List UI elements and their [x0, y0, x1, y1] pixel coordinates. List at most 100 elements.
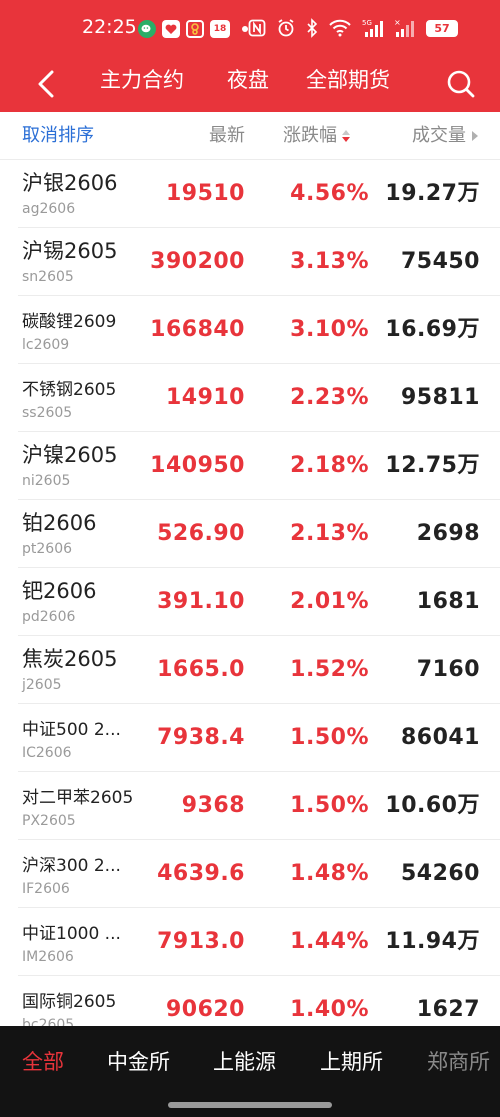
futures-list: 沪银2606 ag2606 19510 4.56% 19.27万 沪锡2605 …: [0, 160, 500, 1026]
alarm-icon: [278, 19, 294, 37]
volume: 1681: [416, 589, 480, 614]
heart-app-notification-icon: [162, 20, 180, 38]
list-item[interactable]: 沪锡2605 sn2605 390200 3.13% 75450: [0, 228, 500, 296]
volume: 11.94万: [385, 929, 480, 954]
volume: 1627: [416, 997, 480, 1022]
latest-price: 7938.4: [157, 725, 245, 750]
battery-icon: 57: [426, 20, 458, 37]
volume: 86041: [400, 725, 480, 750]
status-time: 22:25: [82, 16, 137, 38]
wifi-icon: [329, 19, 351, 37]
contract-name: 中证500 2...: [22, 720, 121, 740]
latest-price: 4639.6: [157, 861, 245, 886]
contract-name: 沪银2606: [22, 171, 118, 195]
change-percent: 1.50%: [290, 793, 369, 818]
latest-price: 7913.0: [157, 929, 245, 954]
list-item[interactable]: 中证1000 ... IM2606 7913.0 1.44% 11.94万: [0, 908, 500, 976]
top-header: 22:25 18 5G × 57 主力合约 夜盘 全部期货: [0, 0, 500, 112]
home-indicator[interactable]: [168, 1102, 332, 1108]
contract-name: 铂2606: [22, 511, 97, 535]
list-item[interactable]: 焦炭2605 j2605 1665.0 1.52% 7160: [0, 636, 500, 704]
contract-name: 钯2606: [22, 579, 97, 603]
tab-night-session[interactable]: 夜盘: [227, 66, 269, 94]
contract-code: IC2606: [22, 745, 72, 761]
back-button[interactable]: [26, 64, 66, 104]
back-arrow-icon: [38, 70, 54, 98]
app-notification-icon: [186, 20, 204, 38]
wechat-notification-icon: [138, 20, 156, 38]
contract-name: 中证1000 ...: [22, 924, 121, 944]
contract-name: 沪深300 2...: [22, 856, 121, 876]
contract-code: pt2606: [22, 541, 73, 557]
change-percent: 1.40%: [290, 997, 369, 1022]
latest-price: 1665.0: [157, 657, 245, 682]
change-percent-label: 涨跌幅: [283, 125, 337, 146]
contract-code: ag2606: [22, 201, 76, 217]
cellular-5g-signal-icon: 5G: [362, 19, 383, 37]
latest-price: 14910: [165, 385, 245, 410]
contract-code: pd2606: [22, 609, 76, 625]
list-item[interactable]: 沪镍2605 ni2605 140950 2.18% 12.75万: [0, 432, 500, 500]
svg-text:5G: 5G: [362, 19, 372, 27]
contract-code: lc2609: [22, 337, 70, 353]
list-item[interactable]: 沪深300 2... IF2606 4639.6 1.48% 54260: [0, 840, 500, 908]
latest-price: 526.90: [157, 521, 245, 546]
contract-name: 不锈钢2605: [22, 380, 117, 400]
system-icons: 5G ×: [248, 17, 414, 39]
contract-code: IF2606: [22, 881, 70, 897]
list-item[interactable]: 国际铜2605 bc2605 90620 1.40% 1627: [0, 976, 500, 1026]
latest-price: 9368: [181, 793, 245, 818]
change-percent: 1.52%: [290, 657, 369, 682]
change-percent: 1.44%: [290, 929, 369, 954]
volume: 2698: [416, 521, 480, 546]
exchange-tab-bar: 全部 中金所 上能源 上期所 郑商所: [0, 1026, 500, 1117]
change-percent-column-header[interactable]: 涨跌幅: [283, 125, 350, 147]
volume-column-header[interactable]: 成交量: [412, 125, 478, 147]
volume: 7160: [416, 657, 480, 682]
list-item[interactable]: 不锈钢2605 ss2605 14910 2.23% 95811: [0, 364, 500, 432]
tab-all-exchanges[interactable]: 全部: [22, 1048, 64, 1076]
contract-name: 沪锡2605: [22, 239, 118, 263]
change-percent: 2.13%: [290, 521, 369, 546]
latest-price: 140950: [150, 453, 245, 478]
change-percent: 1.48%: [290, 861, 369, 886]
list-item[interactable]: 沪银2606 ag2606 19510 4.56% 19.27万: [0, 160, 500, 228]
status-bar: 22:25 18 5G × 57: [0, 0, 500, 56]
change-percent: 2.23%: [290, 385, 369, 410]
contract-name: 碳酸锂2609: [22, 312, 117, 332]
tab-czce[interactable]: 郑商所: [427, 1048, 490, 1076]
tab-all-futures[interactable]: 全部期货: [306, 66, 390, 94]
contract-code: PX2605: [22, 813, 76, 829]
latest-price: 90620: [165, 997, 245, 1022]
contract-code: j2605: [22, 677, 62, 693]
latest-price: 391.10: [157, 589, 245, 614]
tab-ine[interactable]: 上能源: [213, 1048, 276, 1076]
news-app-notification-icon: 18: [210, 20, 230, 38]
tab-cffex[interactable]: 中金所: [107, 1048, 170, 1076]
change-percent: 3.13%: [290, 249, 369, 274]
volume: 10.60万: [385, 793, 480, 818]
list-item[interactable]: 碳酸锂2609 lc2609 166840 3.10% 16.69万: [0, 296, 500, 364]
volume: 95811: [400, 385, 480, 410]
contract-code: ss2605: [22, 405, 73, 421]
contract-code: bc2605: [22, 1017, 75, 1026]
list-item[interactable]: 中证500 2... IC2606 7938.4 1.50% 86041: [0, 704, 500, 772]
change-percent: 2.18%: [290, 453, 369, 478]
nav-bar: 主力合约 夜盘 全部期货: [0, 56, 500, 112]
volume: 54260: [400, 861, 480, 886]
list-item[interactable]: 钯2606 pd2606 391.10 2.01% 1681: [0, 568, 500, 636]
volume: 16.69万: [385, 317, 480, 342]
contract-name: 沪镍2605: [22, 443, 118, 467]
column-header: 取消排序 最新 涨跌幅 成交量: [0, 112, 500, 160]
tab-shfe[interactable]: 上期所: [320, 1048, 383, 1076]
search-button[interactable]: [440, 63, 482, 105]
volume: 75450: [400, 249, 480, 274]
tab-main-contracts[interactable]: 主力合约: [100, 66, 184, 94]
latest-price: 166840: [150, 317, 245, 342]
volume: 12.75万: [385, 453, 480, 478]
cancel-sort-button[interactable]: 取消排序: [22, 125, 94, 147]
list-item[interactable]: 对二甲苯2605 PX2605 9368 1.50% 10.60万: [0, 772, 500, 840]
contract-code: ni2605: [22, 473, 71, 489]
latest-price-column-header[interactable]: 最新: [209, 125, 245, 147]
list-item[interactable]: 铂2606 pt2606 526.90 2.13% 2698: [0, 500, 500, 568]
